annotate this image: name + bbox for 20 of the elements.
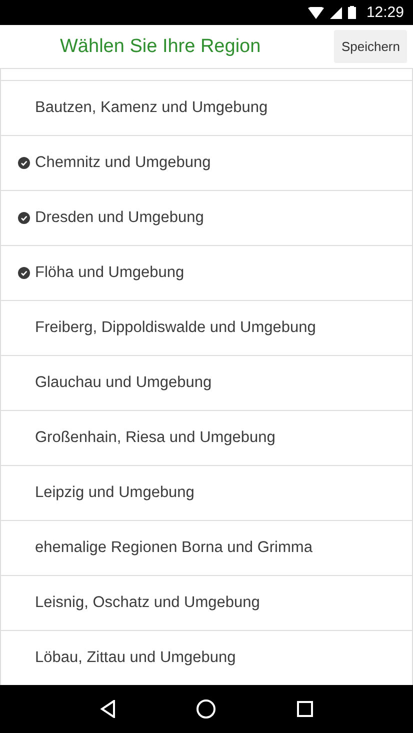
recents-icon[interactable] [296,701,313,717]
region-item[interactable]: Leipzig und Umgebung [1,466,412,521]
region-item[interactable]: Chemnitz und Umgebung [1,136,412,191]
region-item[interactable]: Bautzen, Kamenz und Umgebung [1,81,412,136]
signal-icon [330,6,342,18]
back-icon[interactable] [100,700,116,718]
region-item[interactable]: Glauchau und Umgebung [1,356,412,411]
region-item[interactable]: Freiberg, Dippoldiswalde und Umgebung [1,301,412,356]
region-item[interactable]: Großenhain, Riesa und Umgebung [1,411,412,466]
region-item[interactable]: ehemalige Regionen Borna und Grimma [1,521,412,576]
region-item[interactable]: Dresden und Umgebung [1,191,412,246]
region-item[interactable]: Leisnig, Oschatz und Umgebung [1,576,412,631]
region-item[interactable]: Flöha und Umgebung [1,246,412,301]
status-time: 12:29 [366,4,404,21]
battery-icon [348,6,356,19]
wifi-icon [308,6,324,18]
page-title: Wählen Sie Ihre Region [60,36,262,58]
home-icon[interactable] [196,699,216,719]
save-button[interactable]: Speichern [334,30,407,63]
region-item[interactable]: Löbau, Zittau und Umgebung [1,631,412,685]
